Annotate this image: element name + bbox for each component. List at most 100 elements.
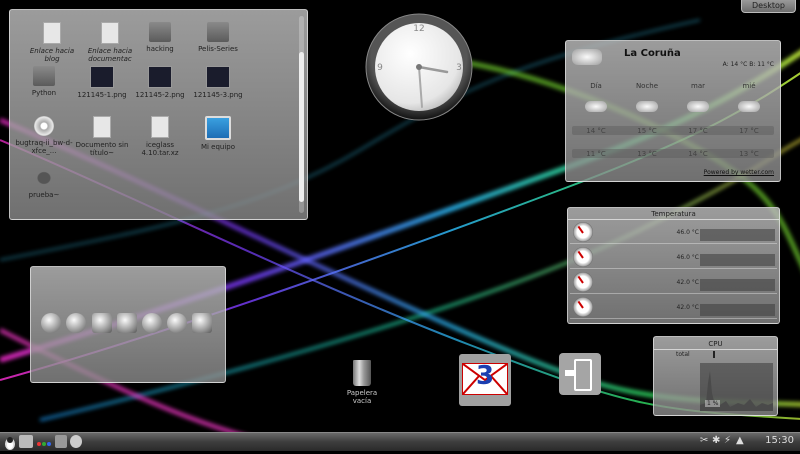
notifications-icon[interactable]: ▲	[736, 435, 746, 448]
weather-high: 14 °C	[586, 127, 606, 135]
weather-day-label: mar	[691, 82, 705, 90]
sensor-value: 42.0 °C	[676, 279, 699, 286]
file-label: Mi equipo	[200, 143, 236, 151]
weather-day-label: Día	[590, 82, 602, 90]
clock-numeral-12: 12	[413, 24, 424, 34]
gauge-icon	[573, 272, 593, 292]
folder-scrollbar[interactable]	[299, 16, 304, 213]
folder-icon	[207, 22, 229, 42]
trash[interactable]: Papelera vacía	[338, 360, 386, 405]
file-label: Documento sin título~	[75, 141, 129, 157]
weather-current: A: 14 °C B: 11 °C	[722, 61, 774, 68]
desktop-file[interactable]: Documento sin título~	[72, 116, 132, 157]
file-label: Pelis-Series	[198, 45, 238, 53]
temperature-title: Temperatura	[651, 210, 696, 218]
file-label: hacking	[146, 45, 174, 53]
desktop-file[interactable]: Mi equipo	[188, 116, 248, 151]
cpu-widget[interactable]: CPU total 1 %	[653, 336, 778, 416]
battery-icon	[574, 359, 592, 391]
sensor-row: 46.0 °C	[570, 221, 777, 244]
sensor-row: 46.0 °C	[570, 246, 777, 269]
file-label: Python	[31, 89, 57, 97]
weather-low: 14 °C	[688, 150, 708, 158]
desktop-file[interactable]: 121145-3.png	[188, 66, 248, 99]
weather-widget[interactable]: La Coruña A: 14 °C B: 11 °C Día Noche ma…	[565, 40, 781, 182]
network-icon[interactable]: ⚡	[724, 435, 734, 448]
weather-low: 13 °C	[739, 150, 759, 158]
bluetooth-icon[interactable]: ✱	[712, 435, 722, 448]
sensor-row: 42.0 °C	[570, 271, 777, 294]
web-icon[interactable]	[167, 313, 187, 333]
pager-icon[interactable]	[36, 435, 52, 448]
analog-clock: 12 3 9	[365, 13, 473, 121]
sensor-graph	[700, 304, 775, 316]
document-icon	[43, 22, 61, 44]
file-label: bugtraq-ii_bw-d-xfce_...	[15, 139, 73, 155]
battery-widget[interactable]	[559, 353, 601, 395]
weather-powered-link[interactable]: Powered by wetter.com	[704, 169, 774, 176]
divider	[654, 349, 777, 350]
file-label: 121145-3.png	[193, 91, 243, 99]
desktop-file[interactable]: bugtraq-ii_bw-d-xfce_...	[14, 116, 74, 155]
image-icon	[90, 66, 114, 88]
divider	[568, 219, 779, 220]
mail-notifier[interactable]: 3	[459, 354, 511, 406]
show-desktop-icon[interactable]	[19, 435, 33, 448]
cloud-icon	[585, 101, 607, 112]
scrollbar-thumb[interactable]	[299, 52, 304, 202]
chat-icon[interactable]	[66, 313, 86, 333]
unread-count: 3	[475, 361, 495, 391]
terminal-icon[interactable]	[117, 313, 137, 333]
weather-high: 17 °C	[739, 127, 759, 135]
document-icon	[101, 22, 119, 44]
sensor-graph	[700, 229, 775, 241]
trash-label: Papelera vacía	[346, 389, 378, 405]
folder-view-widget[interactable]: Enlace hacia blog Enlace hacia documenta…	[9, 9, 308, 220]
editor-icon[interactable]	[192, 313, 212, 333]
weather-high: 17 °C	[688, 127, 708, 135]
file-label: 121145-1.png	[77, 91, 127, 99]
image-icon	[206, 66, 230, 88]
image-icon	[148, 66, 172, 88]
desktop-file[interactable]: 121145-1.png	[72, 66, 132, 99]
sensor-row: 42.0 °C	[570, 296, 777, 319]
sensor-graph	[700, 279, 775, 291]
cloud-icon	[687, 101, 709, 112]
file-label: 121145-2.png	[135, 91, 185, 99]
cloud-icon	[572, 49, 602, 65]
weather-day-label: Noche	[635, 82, 659, 90]
file-label: Enlace hacia blog	[29, 47, 75, 63]
temperature-widget[interactable]: Temperatura 46.0 °C 46.0 °C 42.0 °C 42.0…	[567, 207, 780, 324]
window-list-icon[interactable]	[55, 435, 67, 448]
desktop-file[interactable]: Python	[14, 66, 74, 97]
sensor-value: 42.0 °C	[676, 304, 699, 311]
weather-city: La Coruña	[624, 48, 681, 59]
sensor-graph	[700, 254, 775, 266]
cloud-icon	[738, 101, 760, 112]
tux-icon	[33, 168, 55, 188]
desktop-file[interactable]: Pelis-Series	[188, 22, 248, 53]
graph-icon[interactable]	[92, 313, 112, 333]
weather-low: 11 °C	[586, 150, 606, 158]
archive-icon	[151, 116, 169, 138]
taskbar-clock[interactable]: 15:30	[765, 435, 794, 446]
clock-numeral-9: 9	[377, 63, 383, 73]
cut-icon[interactable]: ✂	[700, 435, 710, 448]
start-menu-button[interactable]	[3, 435, 17, 450]
desktop-file[interactable]: iceglass 4.10.tar.xz	[130, 116, 190, 157]
file-label: prueba~	[28, 191, 60, 199]
desktop-file[interactable]: Enlace hacia blog	[22, 22, 82, 63]
sensor-value: 46.0 °C	[676, 254, 699, 261]
taskbar: ✂ ✱ ⚡ ▲ 15:30	[0, 432, 800, 451]
desktop-button[interactable]: Desktop	[741, 0, 796, 13]
desktop-file[interactable]: hacking	[130, 22, 190, 53]
clock-numeral-3: 3	[456, 63, 462, 73]
desktop-file[interactable]: 121145-2.png	[130, 66, 190, 99]
trash-icon	[353, 360, 371, 386]
browser-icon[interactable]	[41, 313, 61, 333]
gauge-icon	[573, 297, 593, 317]
quicklaunch-widget	[30, 266, 226, 383]
desktop-file[interactable]: prueba~	[14, 168, 74, 199]
settings-icon[interactable]	[142, 313, 162, 333]
clock-app-icon[interactable]	[70, 435, 82, 448]
